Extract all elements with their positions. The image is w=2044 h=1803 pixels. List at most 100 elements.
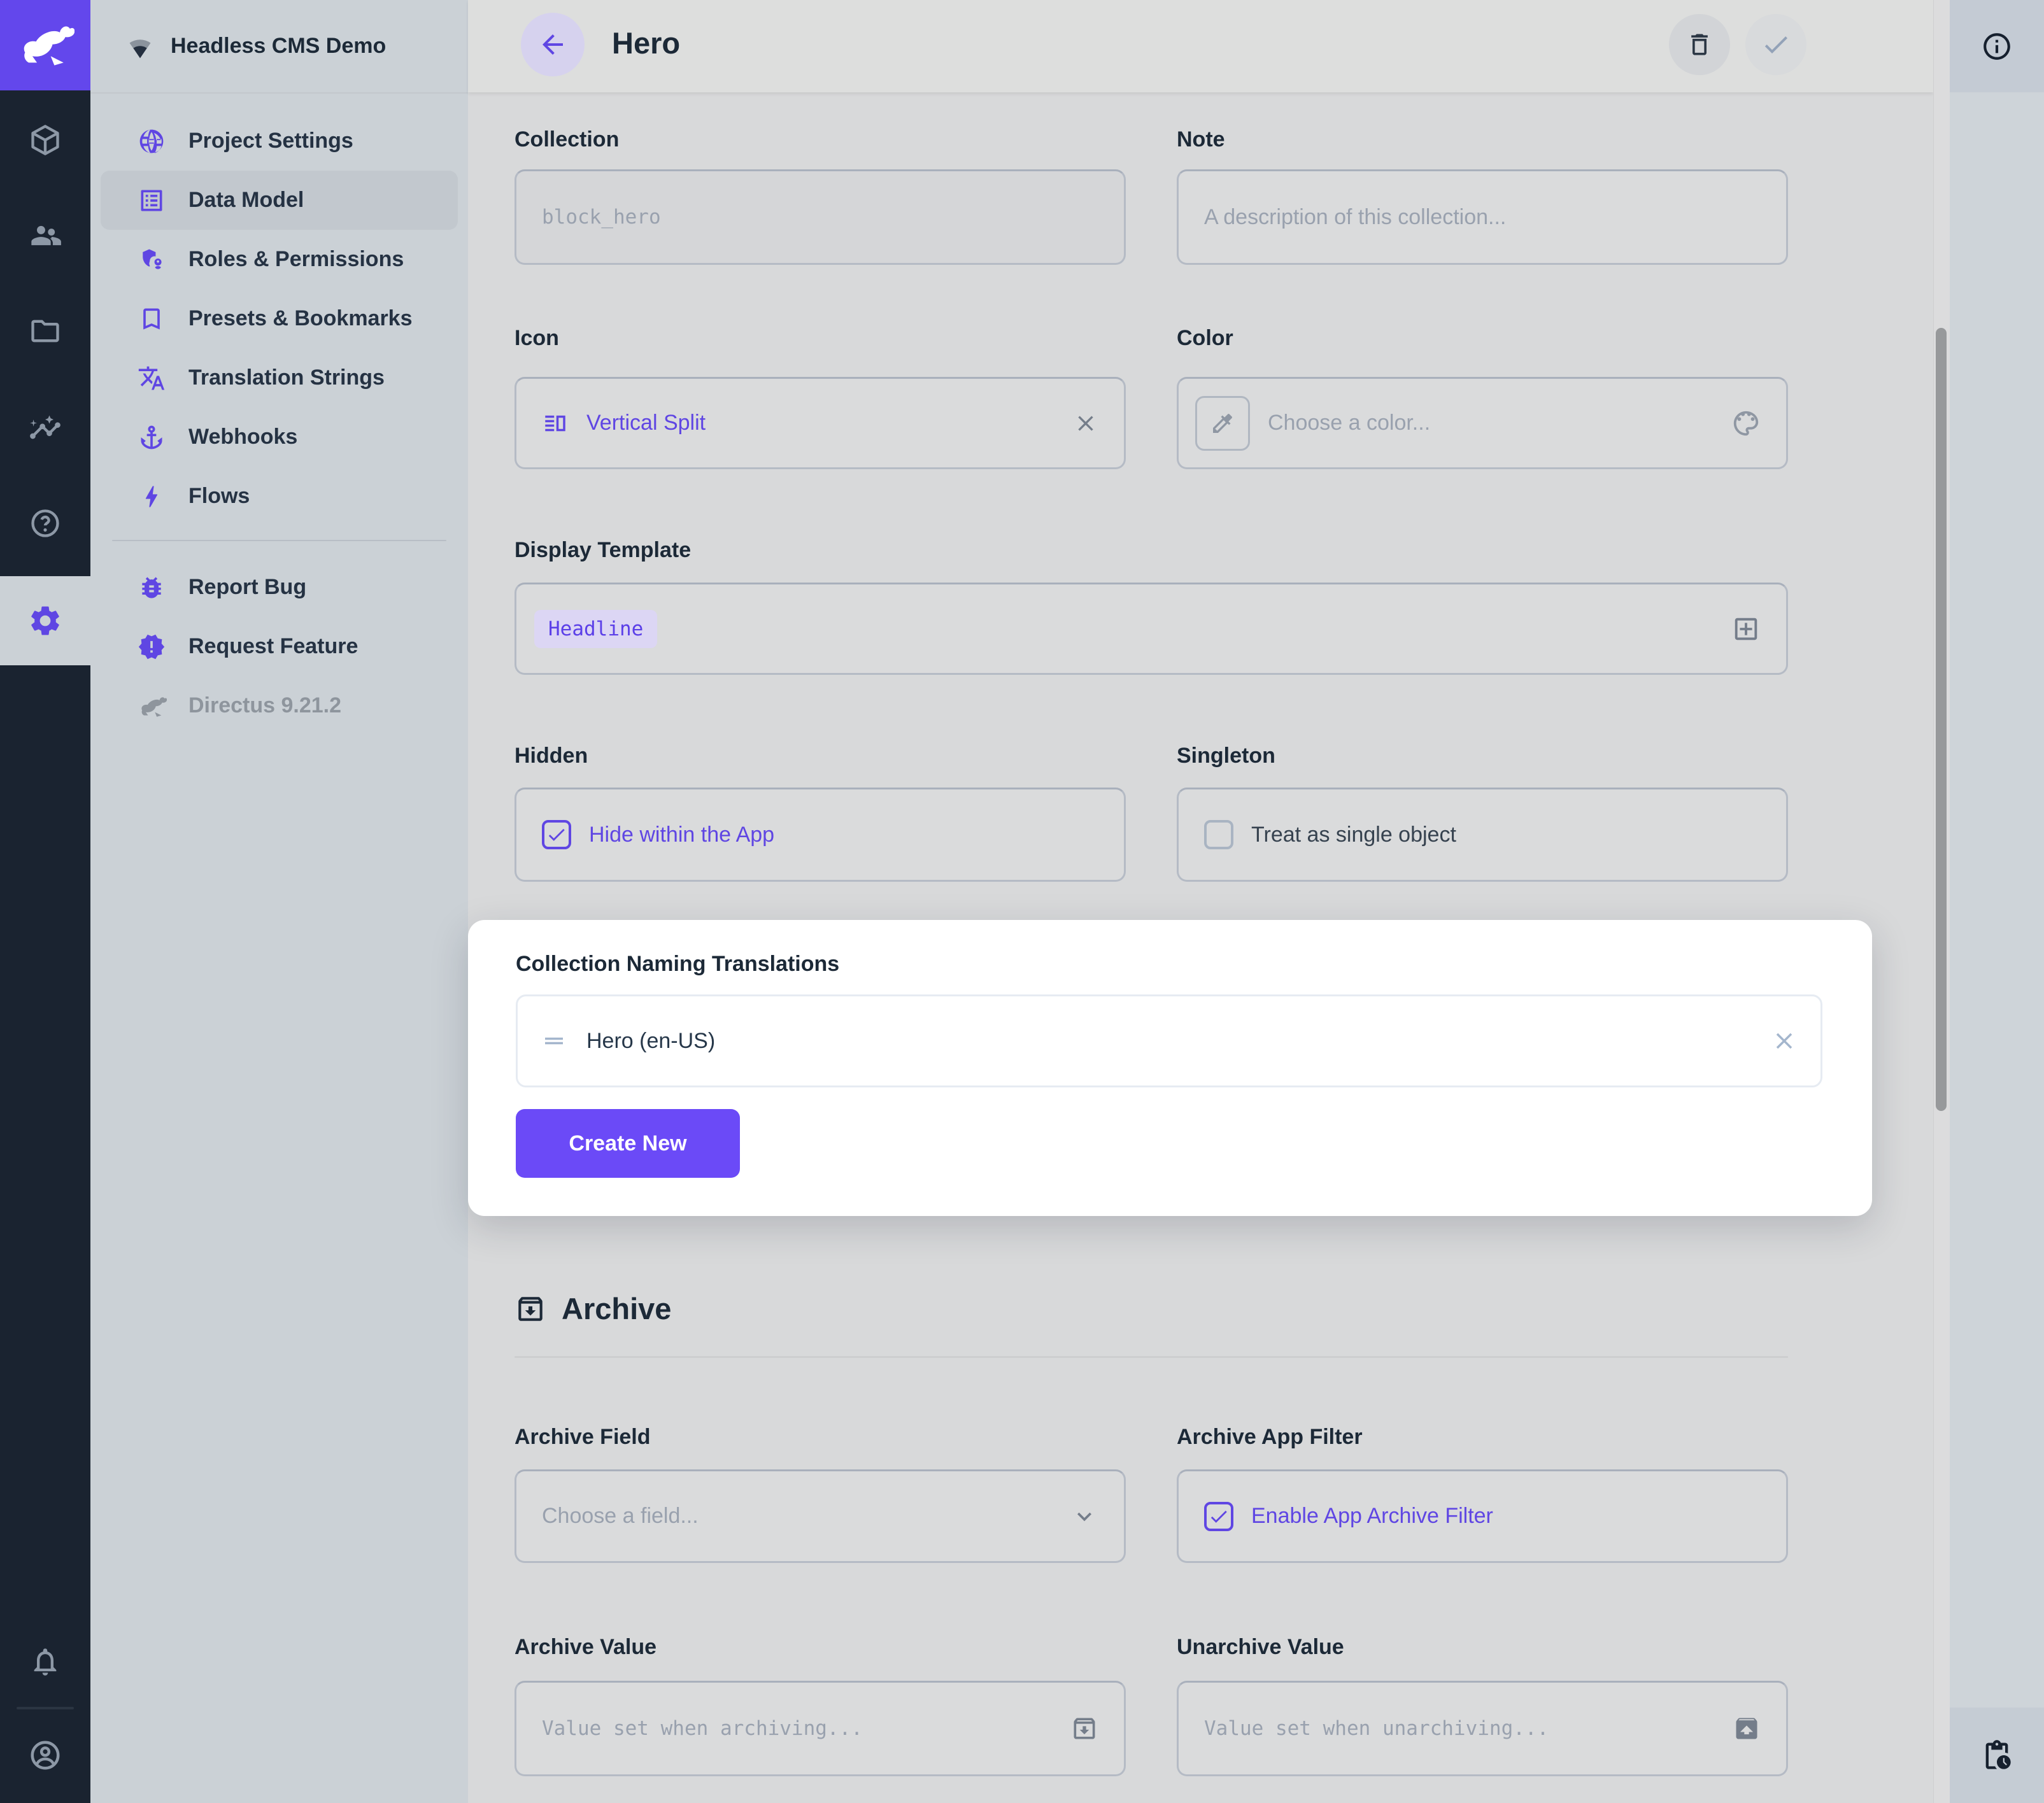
singleton-checkbox[interactable] [1204, 820, 1233, 849]
signal-wedge-icon [126, 32, 154, 60]
hidden-toggle[interactable]: Hide within the App [515, 788, 1126, 882]
icon-label: Icon [515, 326, 559, 351]
module-bar-divider [17, 1707, 74, 1709]
note-input[interactable]: A description of this collection... [1177, 169, 1788, 265]
directus-rabbit-icon [138, 692, 166, 720]
note-placeholder: A description of this collection... [1204, 205, 1506, 230]
collection-input[interactable]: block_hero [515, 169, 1126, 265]
add-field-button[interactable] [1731, 614, 1761, 644]
nav-item-presets-bookmarks[interactable]: Presets & Bookmarks [101, 289, 458, 348]
settings-module-active[interactable] [0, 576, 90, 665]
nav-item-version: Directus 9.21.2 [101, 676, 458, 735]
scrollbar-thumb[interactable] [1936, 328, 1947, 1111]
files-module-icon[interactable] [0, 300, 90, 362]
remove-translation-button[interactable] [1771, 1028, 1798, 1054]
drag-handle-icon[interactable] [541, 1028, 567, 1054]
unarchive-value-label: Unarchive Value [1177, 1635, 1344, 1660]
unarchive-value-placeholder: Value set when unarchiving... [1204, 1717, 1549, 1740]
create-new-label: Create New [569, 1131, 686, 1156]
unarchive-value-input[interactable]: Value set when unarchiving... [1177, 1681, 1788, 1776]
nav-item-roles-permissions[interactable]: Roles & Permissions [101, 230, 458, 289]
notifications-icon[interactable] [0, 1631, 90, 1692]
content-module-icon[interactable] [0, 110, 90, 171]
archive-field-placeholder: Choose a field... [542, 1504, 699, 1529]
right-sidebar [1950, 0, 2044, 1803]
nav-item-label: Roles & Permissions [188, 247, 404, 272]
chevron-down-icon [1070, 1502, 1098, 1531]
archive-icon [515, 1293, 546, 1325]
archive-field-select[interactable]: Choose a field... [515, 1469, 1126, 1563]
translation-list-item[interactable]: Hero (en-US) [516, 994, 1822, 1087]
nav-item-label: Report Bug [188, 575, 306, 600]
nav-item-flows[interactable]: Flows [101, 467, 458, 526]
page-title: Hero [612, 25, 680, 60]
settings-nav-list: Project Settings Data Model Roles & Perm… [90, 111, 468, 735]
nav-item-report-bug[interactable]: Report Bug [101, 558, 458, 617]
icon-value: Vertical Split [586, 411, 706, 435]
singleton-checkbox-label: Treat as single object [1251, 823, 1456, 847]
archive-app-filter-toggle[interactable]: Enable App Archive Filter [1177, 1469, 1788, 1563]
eyedropper-icon [1210, 411, 1235, 436]
users-module-icon[interactable] [0, 205, 90, 266]
translations-label: Collection Naming Translations [516, 952, 839, 977]
singleton-label: Singleton [1177, 744, 1275, 768]
collection-label: Collection [515, 127, 619, 152]
version-label: Directus 9.21.2 [188, 693, 341, 718]
account-icon[interactable] [0, 1725, 90, 1786]
arrow-left-icon [537, 29, 568, 60]
nav-item-label: Flows [188, 484, 250, 509]
anchor-icon [138, 423, 166, 451]
vertical-split-icon [542, 410, 569, 437]
hidden-checkbox[interactable] [542, 820, 571, 849]
archive-field-label: Archive Field [515, 1425, 651, 1450]
archive-app-filter-checkbox[interactable] [1204, 1502, 1233, 1531]
nav-item-label: Translation Strings [188, 365, 385, 390]
save-button[interactable] [1745, 14, 1806, 75]
list-alt-icon [138, 187, 166, 215]
insights-module-icon[interactable] [0, 397, 90, 458]
new-releases-icon [138, 633, 166, 661]
icon-select[interactable]: Vertical Split [515, 377, 1126, 469]
nav-item-translation-strings[interactable]: Translation Strings [101, 348, 458, 407]
template-field-chip[interactable]: Headline [534, 610, 657, 648]
nav-item-project-settings[interactable]: Project Settings [101, 111, 458, 171]
archive-app-filter-checkbox-label: Enable App Archive Filter [1251, 1504, 1493, 1529]
collection-value: block_hero [542, 206, 661, 229]
eyedropper-button[interactable] [1195, 396, 1250, 451]
check-icon [1761, 29, 1791, 60]
hidden-checkbox-label: Hide within the App [589, 823, 774, 847]
bolt-icon [138, 483, 166, 511]
archive-section-header: Archive [515, 1291, 671, 1326]
archive-value-label: Archive Value [515, 1635, 656, 1660]
display-template-input[interactable]: Headline [515, 583, 1788, 675]
nav-item-label: Project Settings [188, 129, 353, 153]
info-icon [1981, 31, 2013, 62]
color-label: Color [1177, 326, 1233, 351]
delete-collection-button[interactable] [1669, 14, 1730, 75]
nav-item-request-feature[interactable]: Request Feature [101, 617, 458, 676]
project-name: Headless CMS Demo [171, 34, 386, 59]
clear-icon-button[interactable] [1073, 411, 1098, 436]
directus-logo[interactable] [0, 0, 90, 90]
create-new-button[interactable]: Create New [516, 1109, 740, 1178]
back-button[interactable] [521, 13, 585, 76]
project-switcher[interactable]: Headless CMS Demo [90, 0, 468, 92]
color-input[interactable]: Choose a color... [1177, 377, 1788, 469]
bookmark-icon [138, 305, 166, 333]
globe-icon [138, 127, 166, 155]
revisions-sidebar-button[interactable] [1950, 1708, 2044, 1803]
info-sidebar-button[interactable] [1950, 0, 2044, 92]
pending-actions-icon [1980, 1739, 2013, 1772]
singleton-toggle[interactable]: Treat as single object [1177, 788, 1788, 882]
nav-item-data-model[interactable]: Data Model [101, 171, 458, 230]
rabbit-logo-icon [16, 16, 75, 74]
help-module-icon[interactable] [0, 493, 90, 554]
archive-section-title: Archive [562, 1291, 671, 1326]
archive-down-icon [1070, 1715, 1098, 1743]
gear-icon [27, 603, 63, 639]
archive-value-input[interactable]: Value set when archiving... [515, 1681, 1126, 1776]
settings-nav-sidebar: Headless CMS Demo Project Settings Data … [90, 0, 468, 1803]
nav-item-webhooks[interactable]: Webhooks [101, 407, 458, 467]
unarchive-up-icon [1733, 1715, 1761, 1743]
palette-icon[interactable] [1731, 409, 1761, 438]
